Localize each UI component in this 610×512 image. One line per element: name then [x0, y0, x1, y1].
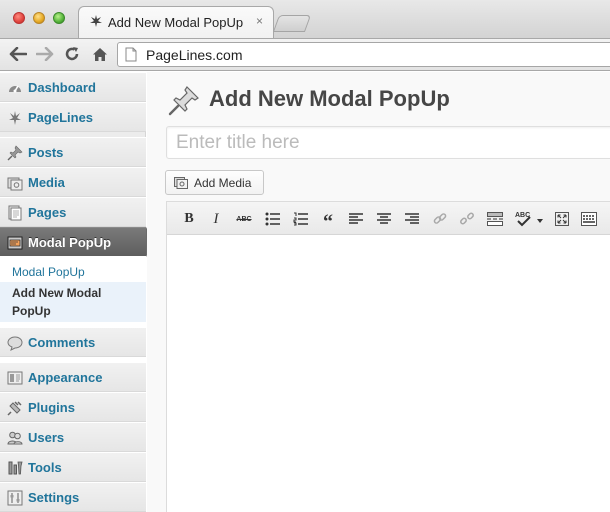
- sidebar-item-label: Users: [28, 430, 65, 445]
- editor-content-area[interactable]: [167, 236, 610, 512]
- admin-sidebar: Dashboard PageLines Posts Media Pages Mo…: [0, 72, 154, 512]
- forward-button[interactable]: [34, 43, 56, 65]
- post-title-field[interactable]: [166, 126, 610, 159]
- unlink-icon[interactable]: [457, 209, 477, 229]
- page-title: Add New Modal PopUp: [209, 86, 450, 111]
- back-button[interactable]: [7, 43, 29, 65]
- sidebar-item-label: Appearance: [28, 370, 103, 385]
- link-icon[interactable]: [430, 209, 450, 229]
- sidebar-item-label: PageLines: [28, 110, 94, 125]
- main-content: Add New Modal PopUp Add Media B I ABC: [147, 72, 610, 512]
- sidebar-item-label: Modal PopUp: [28, 235, 112, 250]
- plugin-icon: [7, 401, 22, 416]
- sidebar-item-pages[interactable]: Pages: [0, 197, 146, 227]
- bullet-list-icon[interactable]: [263, 209, 283, 229]
- settings-icon: [7, 490, 23, 506]
- sidebar-item-appearance[interactable]: Appearance: [0, 362, 146, 392]
- page-icon: [125, 47, 137, 62]
- blockquote-icon[interactable]: “: [318, 209, 338, 233]
- align-right-icon[interactable]: [402, 209, 422, 229]
- reload-icon: [65, 47, 79, 61]
- editor-toolbar: B I ABC “ ABC: [167, 202, 610, 235]
- close-window-button[interactable]: [13, 12, 25, 24]
- pagelines-favicon-icon: [90, 15, 102, 27]
- pages-icon: [8, 205, 22, 221]
- sidebar-item-users[interactable]: Users: [0, 422, 146, 452]
- back-arrow-icon: [9, 47, 27, 61]
- sidebar-item-settings[interactable]: Settings: [0, 482, 146, 512]
- sidebar-item-plugins[interactable]: Plugins: [0, 392, 146, 422]
- sidebar-item-tools[interactable]: Tools: [0, 452, 146, 482]
- align-left-icon[interactable]: [346, 209, 366, 229]
- submenu-item-label: Add New Modal PopUp: [12, 286, 102, 318]
- submenu-item-label: Modal PopUp: [12, 265, 85, 279]
- kitchen-sink-icon[interactable]: [579, 209, 599, 229]
- media-icon: [174, 177, 188, 189]
- forward-arrow-icon: [36, 47, 54, 61]
- appearance-icon: [7, 371, 23, 385]
- sidebar-item-label: Pages: [28, 205, 67, 220]
- submenu-item-add-new-modal-popup[interactable]: Add New Modal PopUp: [0, 282, 146, 322]
- add-media-label: Add Media: [194, 176, 252, 190]
- dashboard-icon: [9, 85, 21, 93]
- address-bar[interactable]: PageLines.com: [117, 42, 610, 67]
- post-title-input[interactable]: [167, 127, 610, 158]
- align-center-icon[interactable]: [374, 209, 394, 229]
- sidebar-item-label: Plugins: [28, 400, 75, 415]
- users-icon: [7, 431, 23, 445]
- comment-icon: [7, 336, 23, 351]
- home-icon: [93, 47, 107, 61]
- browser-titlebar: Add New Modal PopUp ×: [0, 0, 610, 38]
- sidebar-item-label: Dashboard: [28, 80, 96, 95]
- modal-icon: [7, 236, 23, 250]
- home-button[interactable]: [89, 43, 111, 65]
- sidebar-item-label: Posts: [28, 145, 64, 160]
- sidebar-item-dashboard[interactable]: Dashboard: [0, 72, 146, 102]
- bold-icon[interactable]: B: [179, 209, 199, 229]
- sidebar-item-label: Comments: [28, 335, 96, 350]
- fullscreen-icon[interactable]: [552, 209, 572, 229]
- pushpin-icon: [168, 86, 199, 116]
- media-icon: [7, 177, 23, 191]
- minimize-window-button[interactable]: [33, 12, 45, 24]
- tab-close-icon[interactable]: ×: [256, 14, 263, 28]
- numbered-list-icon[interactable]: [291, 209, 311, 229]
- reload-button[interactable]: [61, 43, 83, 65]
- browser-tab[interactable]: Add New Modal PopUp ×: [78, 6, 274, 38]
- zoom-window-button[interactable]: [53, 12, 65, 24]
- add-media-button[interactable]: Add Media: [165, 170, 264, 195]
- sidebar-item-pagelines[interactable]: PageLines: [0, 102, 146, 132]
- sidebar-item-modal-popup[interactable]: Modal PopUp: [0, 227, 154, 257]
- new-tab-button[interactable]: [272, 15, 312, 32]
- sidebar-item-comments[interactable]: Comments: [0, 327, 146, 357]
- post-editor: B I ABC “ ABC: [166, 201, 610, 512]
- more-tag-icon[interactable]: [485, 209, 505, 229]
- sidebar-item-media[interactable]: Media: [0, 167, 146, 197]
- sidebar-item-label: Settings: [28, 490, 80, 505]
- sidebar-item-posts[interactable]: Posts: [0, 137, 146, 167]
- pushpin-icon: [7, 145, 23, 161]
- sidebar-item-label: Media: [28, 175, 65, 190]
- tools-icon: [8, 461, 23, 475]
- pagelines-icon: [9, 111, 21, 125]
- strikethrough-icon[interactable]: ABC: [234, 209, 254, 229]
- submenu-item-modal-popup[interactable]: Modal PopUp: [0, 260, 146, 282]
- italic-icon[interactable]: I: [206, 209, 226, 229]
- tab-title: Add New Modal PopUp: [108, 15, 244, 30]
- browser-toolbar: PageLines.com: [0, 38, 610, 71]
- url-text: PageLines.com: [146, 47, 243, 63]
- sidebar-item-label: Tools: [28, 460, 62, 475]
- spellcheck-icon[interactable]: ABC: [513, 209, 547, 229]
